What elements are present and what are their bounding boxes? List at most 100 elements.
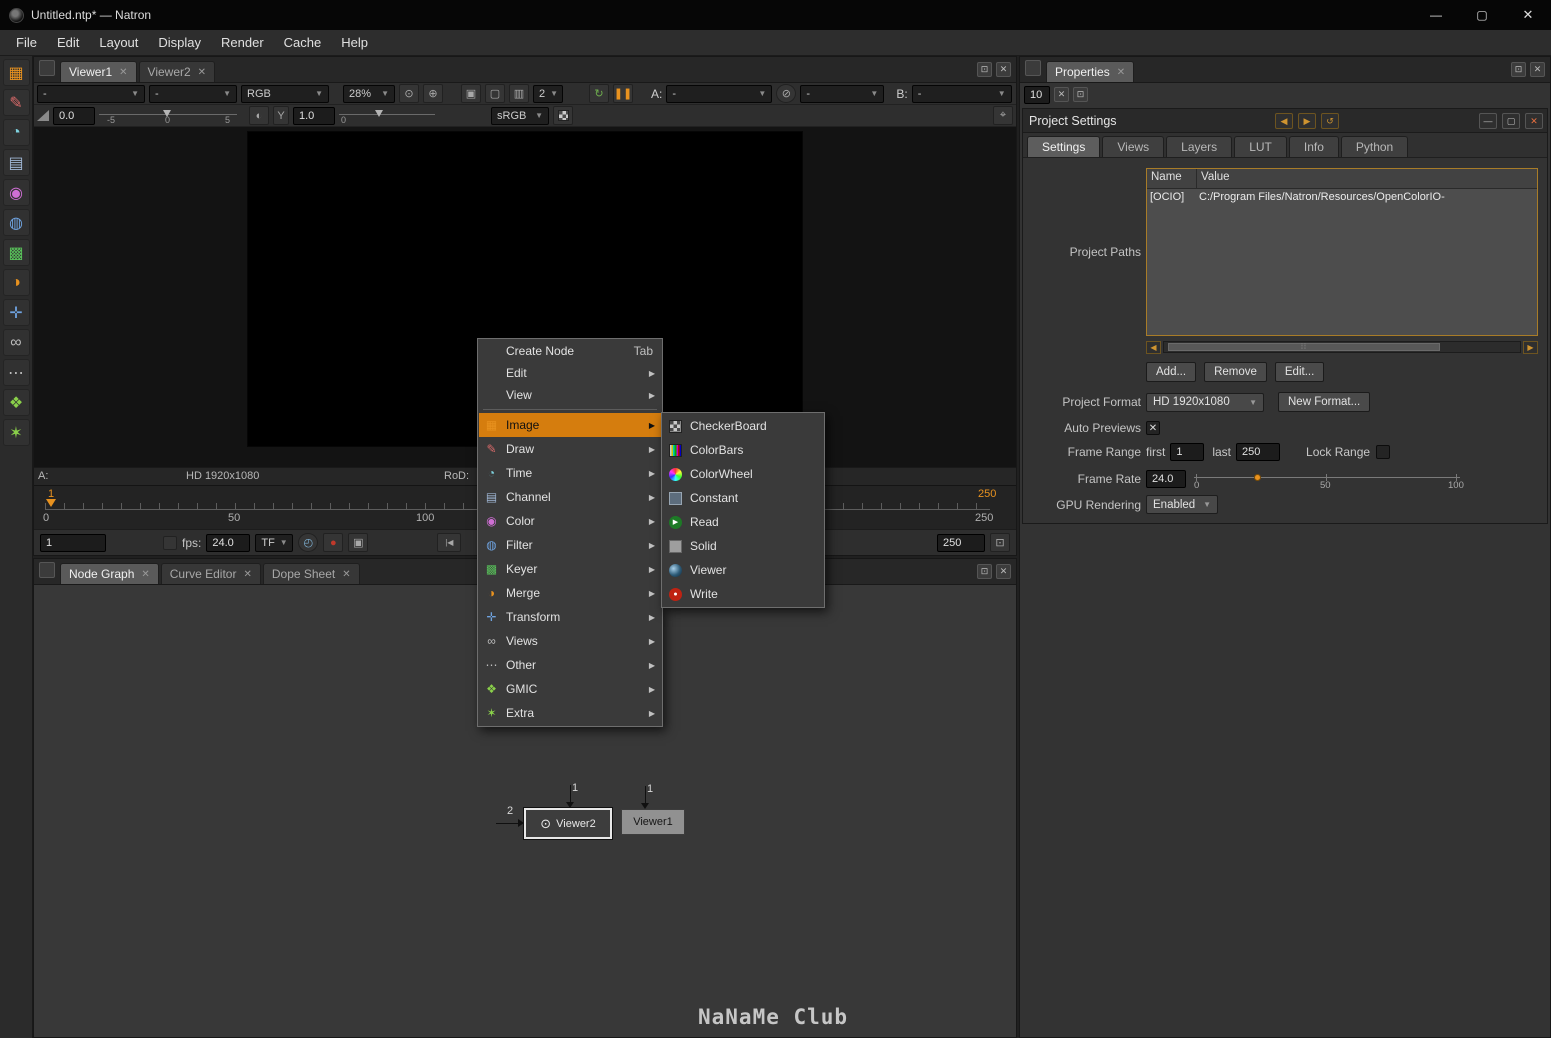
gain-icon[interactable] xyxy=(37,110,49,121)
close-pane-icon[interactable]: ✕ xyxy=(996,564,1011,579)
tab-info[interactable]: Info xyxy=(1288,136,1339,157)
refresh-icon[interactable]: ↻ xyxy=(589,84,609,103)
gamma-input[interactable]: 1.0 xyxy=(293,106,335,125)
frame-rate-slider[interactable]: 0 50 100 xyxy=(1192,469,1464,491)
edit-path-button[interactable]: Edit... xyxy=(1274,362,1325,382)
layer-select[interactable]: - ▼ xyxy=(37,84,145,103)
node-viewer1[interactable]: Viewer1 xyxy=(621,809,685,835)
restore-defaults-icon[interactable]: ↺ xyxy=(1321,113,1339,129)
submenu-item-colorbars[interactable]: ColorBars xyxy=(663,438,823,462)
playback-in-out-icon[interactable]: ● xyxy=(323,533,344,552)
clip-to-project-icon[interactable]: ▣ xyxy=(461,84,481,103)
maximize-pane-icon[interactable]: ⊡ xyxy=(977,62,992,77)
auto-previews-checkbox[interactable]: ✕ xyxy=(1146,421,1160,435)
pause-icon[interactable]: ❚❚ xyxy=(613,84,633,103)
frame-rate-input[interactable]: 24.0 xyxy=(1146,470,1186,488)
minimize-panels-icon[interactable]: ⊡ xyxy=(1073,87,1088,102)
gpu-rendering-select[interactable]: Enabled ▼ xyxy=(1146,495,1218,514)
checkerboard-toggle-icon[interactable] xyxy=(553,106,573,125)
submenu-item-viewer[interactable]: Viewer xyxy=(663,558,823,582)
toolbar-keyer-icon[interactable]: ▩ xyxy=(2,239,30,266)
minimize-panel-icon[interactable]: — xyxy=(1479,113,1497,129)
toolbar-image-icon[interactable]: ▦ xyxy=(2,59,30,86)
roi-icon[interactable]: ▢ xyxy=(485,84,505,103)
tab-views[interactable]: Views xyxy=(1102,136,1165,157)
menu-edit[interactable]: Edit xyxy=(47,31,89,54)
timeline-format-select[interactable]: TF ▼ xyxy=(255,533,294,552)
toolbar-draw-icon[interactable]: ✎ xyxy=(2,89,30,116)
close-icon[interactable]: ✕ xyxy=(342,569,350,580)
scrollbar-track[interactable]: ⁞⁞ xyxy=(1163,341,1521,353)
vertical-splitter[interactable] xyxy=(1017,56,1019,1038)
menu-item-views[interactable]: ∞ Views ▶ xyxy=(479,629,661,653)
remove-path-button[interactable]: Remove xyxy=(1204,362,1267,382)
menu-item-view[interactable]: View ▶ xyxy=(479,384,661,406)
auto-contrast-icon[interactable]: ◐ xyxy=(249,106,269,125)
toolbar-channel-icon[interactable]: ▤ xyxy=(2,149,30,176)
toolbar-gmic-icon[interactable]: ❖ xyxy=(2,389,30,416)
redo-icon[interactable]: ▶ xyxy=(1298,113,1316,129)
close-pane-icon[interactable]: ✕ xyxy=(1530,62,1545,77)
menu-item-other[interactable]: ⋯ Other ▶ xyxy=(479,653,661,677)
project-format-select[interactable]: HD 1920x1080 ▼ xyxy=(1146,392,1264,412)
tab-node-graph[interactable]: Node Graph ✕ xyxy=(60,563,159,584)
float-panel-icon[interactable]: ▢ xyxy=(1502,113,1520,129)
gain-slider[interactable]: -5 0 5 xyxy=(99,107,237,125)
close-icon[interactable]: ✕ xyxy=(1117,67,1125,78)
submenu-item-colorwheel[interactable]: ColorWheel xyxy=(663,462,823,486)
menu-file[interactable]: File xyxy=(6,31,47,54)
toolbar-views-icon[interactable]: ∞ xyxy=(2,329,30,356)
menu-item-merge[interactable]: ◑ Merge ▶ xyxy=(479,581,661,605)
menu-item-keyer[interactable]: ▩ Keyer ▶ xyxy=(479,557,661,581)
node-viewer2[interactable]: ⊙ Viewer2 xyxy=(523,807,613,840)
project-paths-table[interactable]: Name Value [OCIO] C:/Program Files/Natro… xyxy=(1146,168,1538,336)
lock-timeline-icon[interactable]: ▣ xyxy=(348,533,369,552)
input-a-select[interactable]: - ▼ xyxy=(666,84,773,103)
menu-item-time[interactable]: ◔ Time ▶ xyxy=(479,461,661,485)
turbo-mode-icon[interactable]: ◴ xyxy=(298,533,319,552)
close-icon[interactable]: ✕ xyxy=(243,569,251,580)
toolbar-time-icon[interactable]: ◔ xyxy=(2,119,30,146)
full-frame-icon[interactable]: ▥ xyxy=(509,84,529,103)
gamma-slider[interactable]: 0 xyxy=(339,107,435,125)
maximize-pane-icon[interactable]: ⊡ xyxy=(977,564,992,579)
wipe-operator-icon[interactable]: ⊘ xyxy=(776,84,797,103)
menu-item-channel[interactable]: ▤ Channel ▶ xyxy=(479,485,661,509)
menu-item-extra[interactable]: ✶ Extra ▶ xyxy=(479,701,661,725)
tab-viewer2[interactable]: Viewer2 ✕ xyxy=(138,61,216,82)
toolbar-other-icon[interactable]: ⋯ xyxy=(2,359,30,386)
in-point-input[interactable]: 1 xyxy=(40,533,106,552)
tab-curve-editor[interactable]: Curve Editor ✕ xyxy=(160,563,261,584)
menu-item-edit[interactable]: Edit ▶ xyxy=(479,362,661,384)
playback-mode-icon[interactable] xyxy=(163,535,177,550)
menu-item-gmic[interactable]: ❖ GMIC ▶ xyxy=(479,677,661,701)
submenu-item-read[interactable]: ▶ Read xyxy=(663,510,823,534)
scroll-left-icon[interactable]: ◀ xyxy=(1146,340,1161,354)
menu-item-create-node[interactable]: Create Node Tab xyxy=(479,340,661,362)
menu-cache[interactable]: Cache xyxy=(274,31,332,54)
alpha-channel-select[interactable]: - ▼ xyxy=(149,84,237,103)
close-icon[interactable]: ✕ xyxy=(141,569,149,580)
colorspace-select[interactable]: sRGB ▼ xyxy=(491,106,549,125)
gain-input[interactable]: 0.0 xyxy=(53,106,95,125)
close-panel-icon[interactable]: ✕ xyxy=(1525,113,1543,129)
menu-item-draw[interactable]: ✎ Draw ▶ xyxy=(479,437,661,461)
tab-settings[interactable]: Settings xyxy=(1027,136,1101,157)
display-channels-select[interactable]: RGB ▼ xyxy=(241,84,329,103)
menu-layout[interactable]: Layout xyxy=(89,31,148,54)
tab-properties[interactable]: Properties ✕ xyxy=(1046,61,1135,82)
zoom-select[interactable]: 28% ▼ xyxy=(343,84,395,103)
color-picker-icon[interactable]: ⌖ xyxy=(993,106,1013,125)
menu-item-image[interactable]: ▦ Image ▶ xyxy=(479,413,661,437)
slider-handle[interactable] xyxy=(1254,474,1261,481)
panel-menu-icon[interactable] xyxy=(39,561,55,578)
expand-timeline-icon[interactable]: ⊡ xyxy=(990,533,1010,552)
toolbar-merge-icon[interactable]: ◑ xyxy=(2,269,30,296)
submenu-item-constant[interactable]: Constant xyxy=(663,486,823,510)
submenu-item-solid[interactable]: Solid xyxy=(663,534,823,558)
menu-help[interactable]: Help xyxy=(331,31,378,54)
scroll-right-icon[interactable]: ▶ xyxy=(1523,340,1538,354)
minimize-icon[interactable]: — xyxy=(1413,0,1459,30)
panel-menu-icon[interactable] xyxy=(1025,59,1041,76)
maximize-pane-icon[interactable]: ⊡ xyxy=(1511,62,1526,77)
